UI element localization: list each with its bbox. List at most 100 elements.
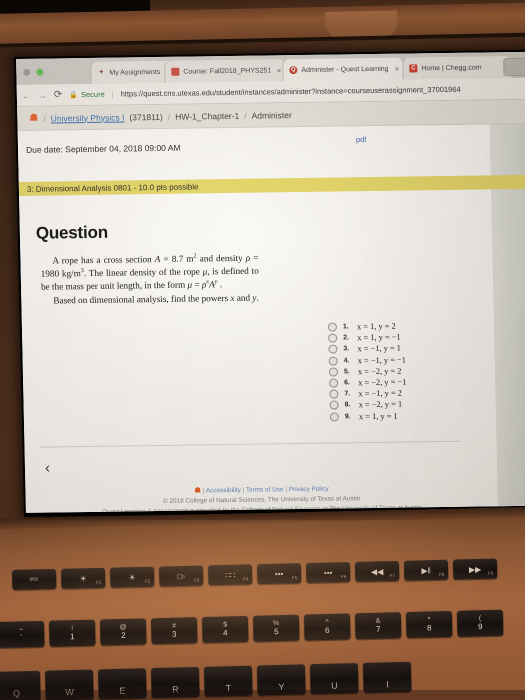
key-label: 2 — [121, 630, 126, 640]
key-f4-launchpad[interactable]: ∷∷ F4 — [207, 564, 253, 586]
pdf-link[interactable]: pdf — [356, 135, 367, 144]
tab-label: Home | Chegg.com — [421, 63, 482, 72]
key-f8-play-pause[interactable]: ▶‖ F8 — [403, 559, 449, 581]
key-label: F5 — [291, 575, 298, 581]
radio-button[interactable] — [329, 378, 339, 388]
key-f3-mission-control[interactable]: □▫ F3 — [158, 565, 204, 587]
key-label: 4 — [222, 628, 228, 638]
key-f7-rewind[interactable]: ◀◀ F7 — [354, 560, 400, 582]
accessibility-link[interactable]: Accessibility — [206, 487, 241, 494]
home-icon[interactable]: ☗ — [194, 485, 201, 494]
key-4[interactable]: $4 — [201, 615, 249, 644]
radio-button[interactable] — [328, 333, 338, 343]
key-label: F4 — [242, 576, 249, 582]
key-i[interactable]: I — [362, 661, 412, 693]
option-text: x = −2, y = −1 — [358, 377, 407, 388]
omnibox-divider: | — [111, 89, 114, 99]
key-f9-fast-forward[interactable]: ▶▶ F9 — [452, 558, 498, 580]
key-f1-brightness-down[interactable]: ☀ F1 — [60, 567, 106, 589]
forward-icon[interactable]: → — [38, 90, 47, 100]
browser-tab-administer-quest[interactable]: Q Administer - Quest Learning & × — [282, 57, 405, 82]
previous-question-button[interactable]: ‹ — [45, 460, 50, 477]
address-bar-url[interactable]: https://quest.cns.utexas.edu/student/ins… — [121, 85, 461, 99]
radio-button[interactable] — [328, 344, 338, 355]
window-controls[interactable] — [23, 68, 44, 76]
tab-label: Course: Fall2018_PHYS2513P — [183, 66, 271, 76]
laptop-screen: ✦ My Assignments × Course: Fall2018_PHYS… — [14, 49, 525, 517]
radio-button[interactable] — [329, 412, 340, 422]
radio-button[interactable] — [329, 389, 339, 399]
key-esc[interactable]: esc — [12, 568, 57, 590]
breadcrumb-separator: / — [167, 111, 171, 122]
window-zoom-icon[interactable] — [36, 68, 44, 76]
secure-badge: 🔒 Secure — [69, 90, 105, 99]
brightness-up-icon: ☀ — [128, 572, 136, 582]
option-number: 2. — [343, 334, 349, 342]
home-icon[interactable]: ☗ — [29, 113, 38, 124]
play-pause-icon: ▶‖ — [421, 565, 431, 575]
window-close-icon[interactable] — [23, 68, 31, 76]
key-9[interactable]: (9 — [456, 609, 504, 637]
points-banner: 3: Dimensional Analysis 0801 - 10.0 pts … — [18, 174, 525, 196]
assignments-icon: ✦ — [98, 69, 104, 76]
browser-tab-chegg[interactable]: C Home | Chegg.com × — [402, 56, 513, 80]
radio-button[interactable] — [327, 322, 338, 332]
key-label: I — [386, 679, 389, 690]
key-backtick[interactable]: ~ ` — [0, 620, 45, 648]
key-6[interactable]: ^ 6 — [303, 613, 351, 641]
question-body: A rope has a cross section A = 8.7 m2 an… — [40, 252, 259, 308]
option-text: x = −1, y = 1 — [357, 344, 402, 354]
radio-button[interactable] — [329, 400, 339, 411]
keyboard-backlight-up-icon: ••• — [323, 567, 333, 578]
key-f5-keyboard-light-down[interactable]: ••• F5 — [256, 563, 302, 585]
key-label: 7 — [375, 624, 381, 634]
option-number: 8. — [344, 401, 351, 409]
browser-tab-course[interactable]: Course: Fall2018_PHYS2513P × — [164, 59, 287, 83]
footer-separator: | — [285, 486, 288, 494]
reload-icon[interactable]: ⟳ — [54, 89, 63, 100]
key-3[interactable]: #3 — [150, 617, 198, 645]
option-number: 1. — [342, 323, 349, 331]
option-text: x = −2, y = 1 — [358, 400, 403, 410]
answer-option[interactable]: 9. x = 1, y = 1 — [329, 409, 490, 422]
key-f6-keyboard-light-up[interactable]: ••• F6 — [305, 562, 351, 584]
divider — [40, 440, 461, 448]
terms-of-use-link[interactable]: Terms of Use — [246, 486, 284, 494]
option-number: 5. — [343, 368, 350, 376]
keyboard-backlight-down-icon: ••• — [274, 569, 284, 579]
chegg-icon: C — [409, 64, 418, 73]
key-7[interactable]: & 7 — [354, 612, 402, 640]
radio-button[interactable] — [328, 356, 338, 366]
back-icon[interactable]: ← — [22, 90, 31, 100]
breadcrumb-assignment[interactable]: HW-1_Chapter-1 — [175, 110, 239, 121]
key-shift-label: ! — [71, 625, 74, 633]
key-2[interactable]: @2 — [99, 618, 147, 646]
page-footer: ☗ | Accessibility | Terms of Use | Priva… — [25, 480, 498, 512]
option-text: x = 1, y = −1 — [357, 332, 401, 343]
option-number: 7. — [344, 390, 351, 398]
key-f2-brightness-up[interactable]: ☀ F2 — [109, 566, 155, 588]
close-icon[interactable]: × — [275, 66, 282, 75]
new-tab-button[interactable] — [503, 57, 525, 77]
option-text: x = −1, y = −1 — [357, 355, 407, 365]
close-icon[interactable]: × — [393, 64, 400, 73]
key-label: ` — [19, 633, 23, 643]
breadcrumb-course-link[interactable]: University Physics I — [51, 112, 125, 123]
breadcrumb-current: Administer — [251, 109, 292, 121]
key-label: F6 — [340, 574, 347, 580]
breadcrumb-course-id: (371811) — [129, 111, 163, 122]
key-shift-label: ~ — [19, 626, 24, 634]
footer-separator: | — [242, 486, 245, 494]
footer-separator: | — [202, 487, 205, 495]
answer-options-list: 1. x = 1, y = 2 2. x = 1, y = −1 3. x = … — [327, 319, 490, 422]
key-5[interactable]: % 5 — [252, 614, 300, 642]
key-1[interactable]: ! 1 — [48, 619, 96, 647]
key-8[interactable]: * 8 — [405, 610, 453, 639]
key-label: F7 — [389, 572, 396, 579]
privacy-policy-link[interactable]: Privacy Policy — [289, 486, 329, 494]
brightness-down-icon: ☀ — [79, 573, 87, 583]
radio-button[interactable] — [328, 367, 339, 377]
bottom-shadow — [0, 690, 525, 700]
key-label: 9 — [477, 622, 483, 632]
key-label: F1 — [95, 579, 102, 586]
